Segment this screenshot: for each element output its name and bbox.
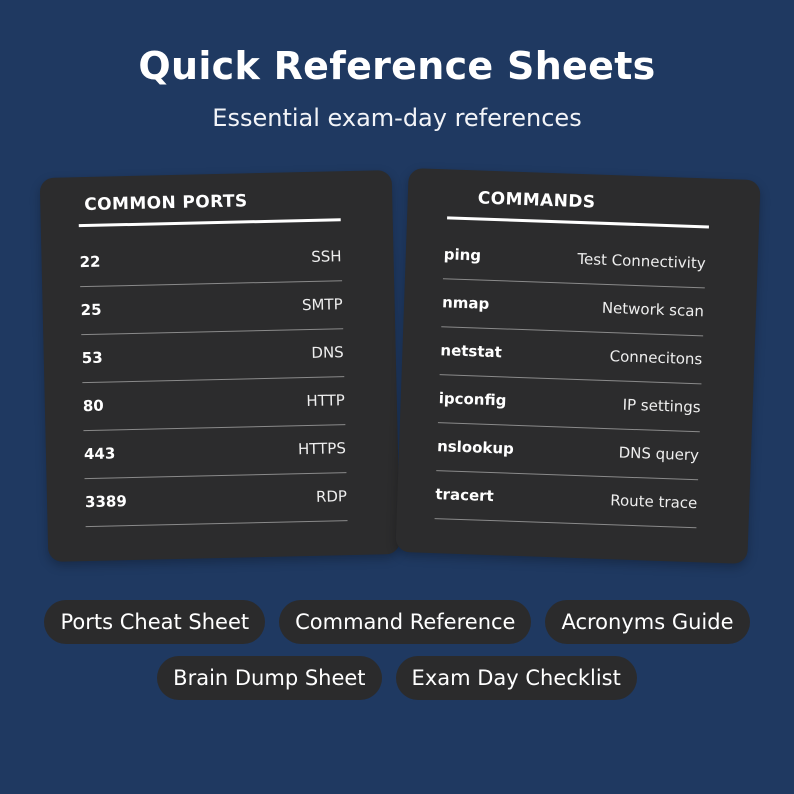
command-name: nmap — [441, 293, 490, 313]
port-row: 22 SSH — [79, 233, 343, 288]
commands-card-heading: COMMANDS — [477, 188, 596, 213]
ports-card: COMMON PORTS 22 SSH 25 SMTP 53 DNS 80 HT… — [39, 170, 401, 562]
tag-row-2: Brain Dump Sheet Exam Day Checklist — [0, 656, 794, 700]
command-description: IP settings — [622, 395, 701, 417]
tag-exam-day-checklist: Exam Day Checklist — [395, 656, 637, 700]
command-name: ping — [443, 245, 482, 265]
port-number: 25 — [80, 300, 102, 320]
command-name: tracert — [435, 485, 495, 506]
tag-ports-cheat-sheet: Ports Cheat Sheet — [44, 600, 266, 644]
port-number: 80 — [82, 396, 104, 416]
port-protocol: HTTP — [306, 391, 346, 411]
port-row: 3389 RDP — [84, 473, 348, 528]
tag-acronyms-guide: Acronyms Guide — [545, 600, 750, 644]
command-description: DNS query — [618, 443, 700, 465]
port-number: 3389 — [84, 492, 127, 512]
tag-brain-dump-sheet: Brain Dump Sheet — [157, 656, 382, 700]
page-title: Quick Reference Sheets — [138, 44, 656, 88]
port-number: 443 — [83, 444, 116, 464]
port-protocol: SSH — [311, 247, 342, 266]
port-protocol: RDP — [315, 487, 348, 506]
command-description: Route trace — [609, 491, 698, 513]
port-row: 25 SMTP — [80, 281, 344, 336]
port-number: 22 — [79, 252, 101, 272]
command-name: netstat — [440, 341, 503, 362]
ports-heading-divider — [78, 218, 341, 228]
tag-command-reference: Command Reference — [279, 600, 532, 644]
ports-card-heading: COMMON PORTS — [84, 191, 248, 216]
port-row: 443 HTTPS — [83, 425, 347, 480]
command-description: Test Connectivity — [577, 249, 706, 273]
commands-list: ping Test Connectivity nmap Network scan… — [434, 231, 707, 529]
port-protocol: DNS — [311, 343, 344, 362]
tag-row-1: Ports Cheat Sheet Command Reference Acro… — [0, 600, 794, 644]
command-row: tracert Route trace — [434, 471, 699, 529]
commands-card: COMMANDS ping Test Connectivity nmap Net… — [395, 167, 761, 565]
port-row: 80 HTTP — [82, 377, 346, 432]
command-description: Network scan — [601, 298, 705, 321]
port-row: 53 DNS — [81, 329, 345, 384]
commands-heading-divider — [447, 216, 709, 229]
port-protocol: HTTPS — [297, 439, 347, 459]
port-number: 53 — [81, 348, 103, 368]
port-protocol: SMTP — [301, 295, 343, 315]
page-subtitle: Essential exam-day references — [212, 104, 582, 132]
command-name: ipconfig — [438, 389, 507, 410]
command-name: nslookup — [436, 437, 515, 458]
ports-list: 22 SSH 25 SMTP 53 DNS 80 HTTP 443 HTTPS … — [79, 233, 348, 528]
command-description: Connecitons — [609, 347, 703, 369]
